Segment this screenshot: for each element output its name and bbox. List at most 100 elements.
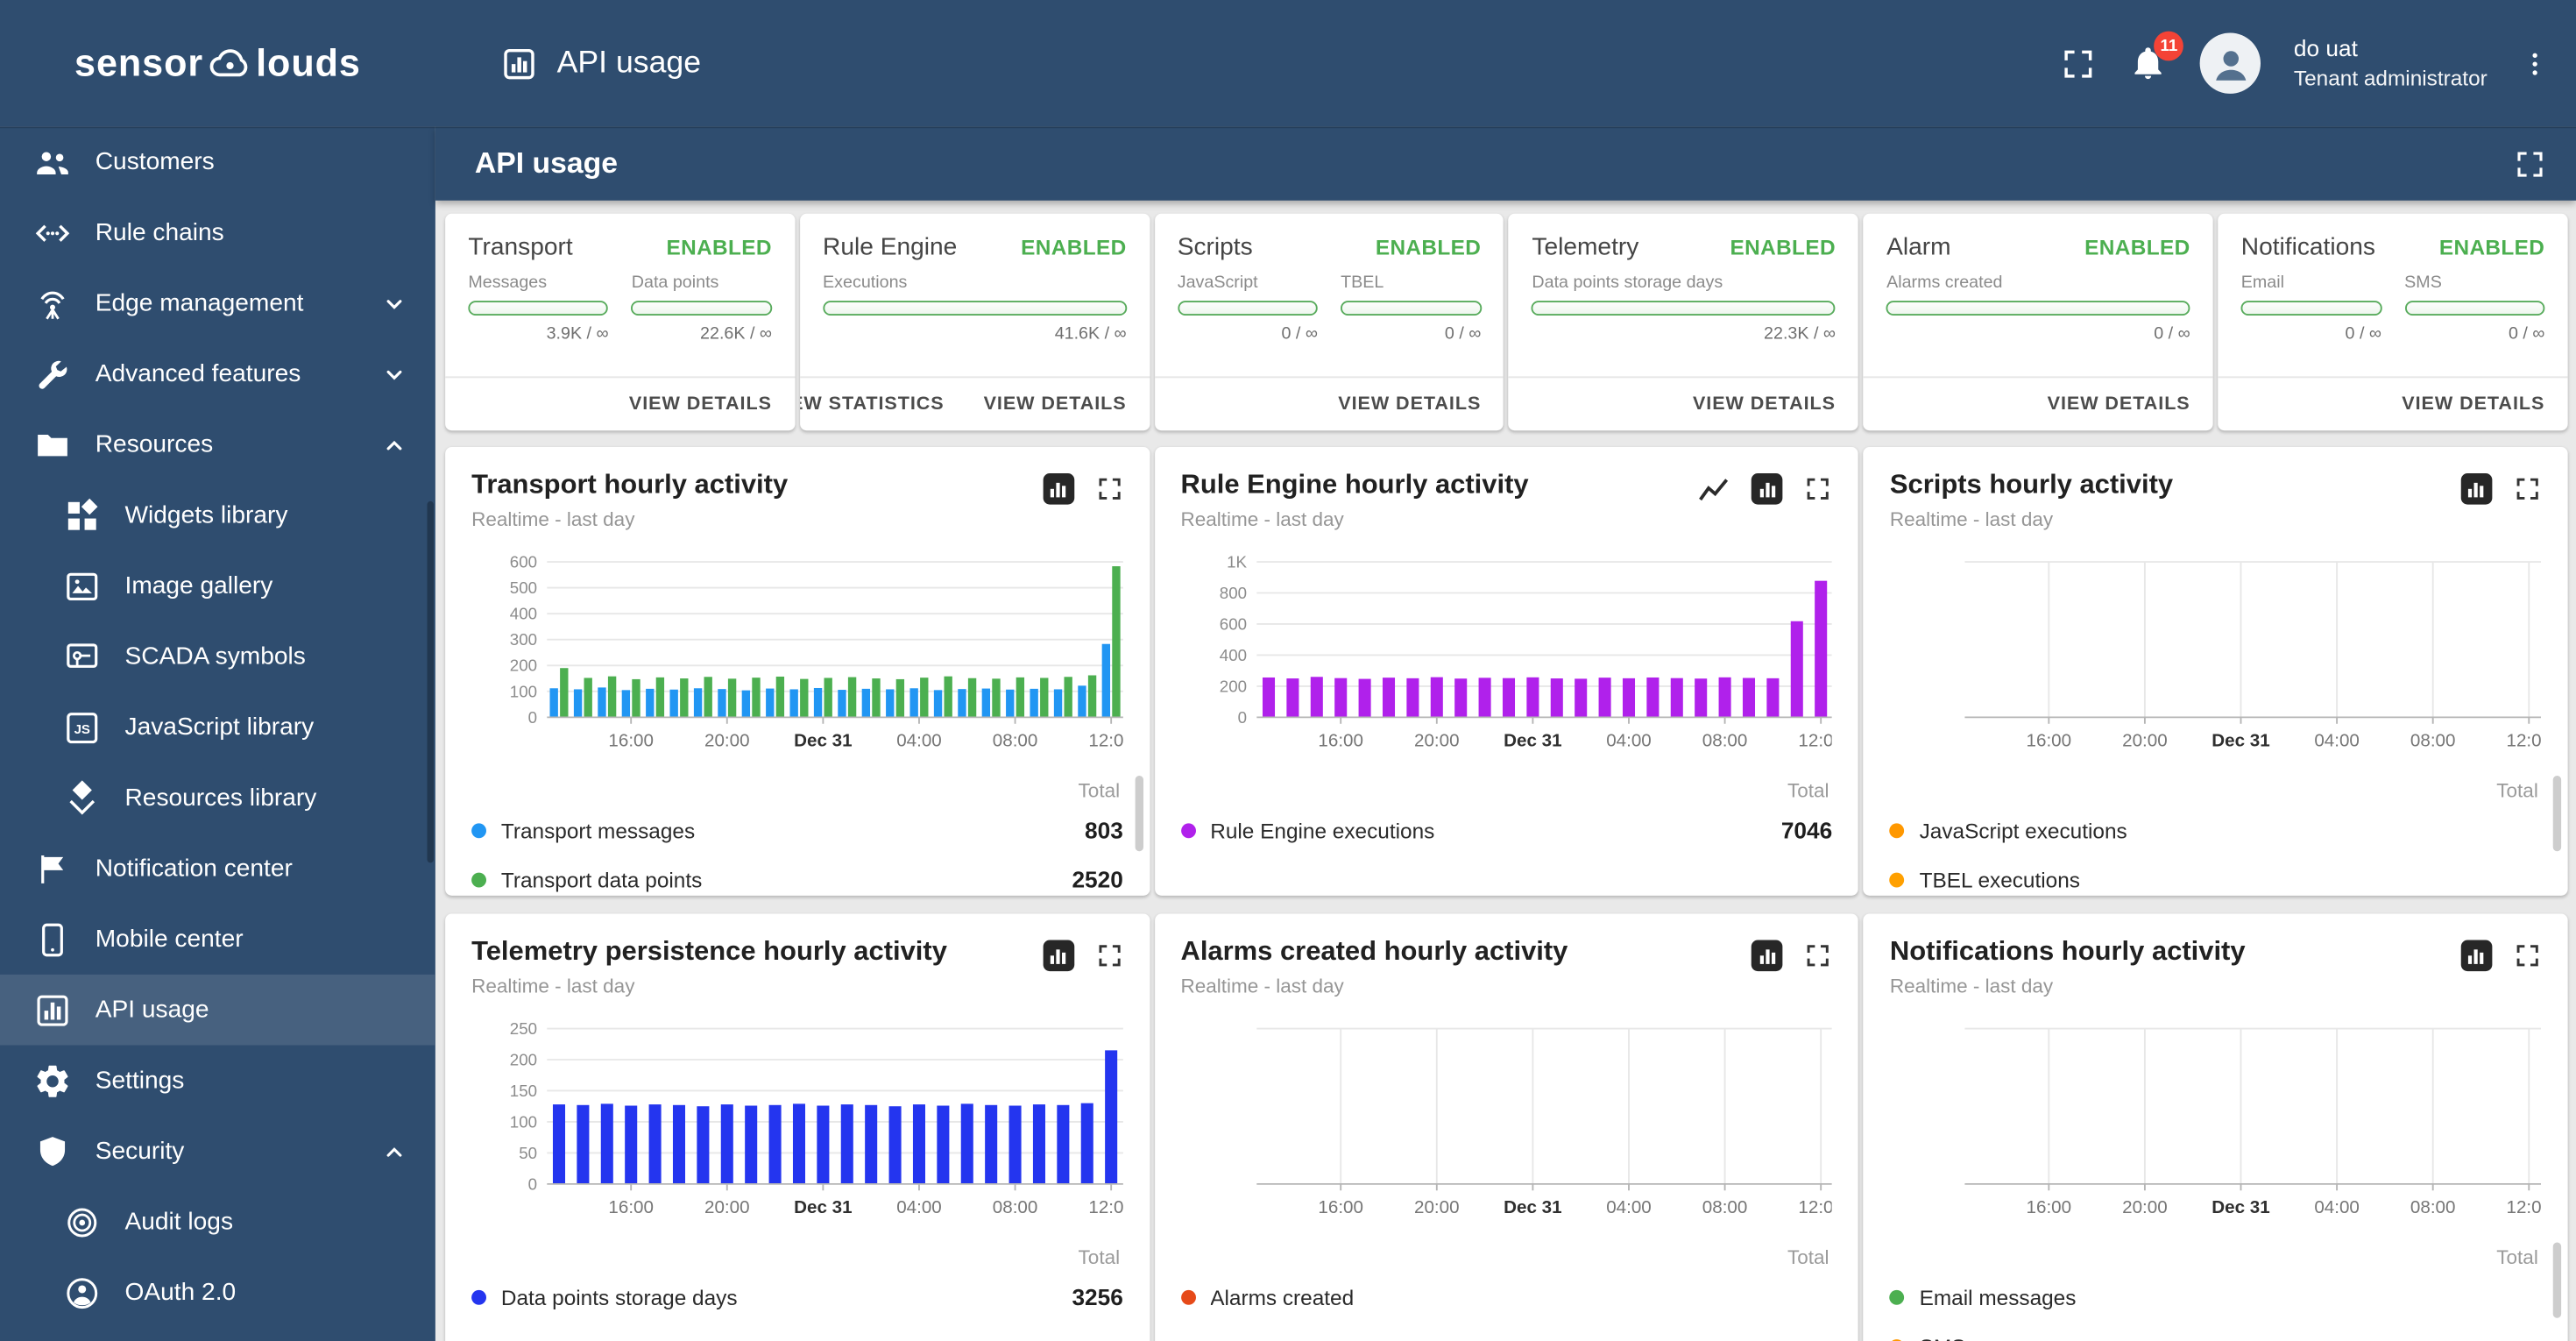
legend-row-javascript-executions: JavaScript executions [1889,805,2542,855]
fullscreen-icon[interactable] [2514,475,2542,503]
legend-row-data-points-storage-days: Data points storage days 3256 [471,1272,1123,1321]
chevron-down-icon[interactable] [376,356,412,392]
dashboard-fullscreen-icon[interactable] [2514,147,2547,181]
fullscreen-icon[interactable] [1804,475,1832,503]
status-card-gauges: Executions 41.6K / ∞ [800,268,1150,377]
chart-card-titles: Rule Engine hourly activity Realtime - la… [1180,470,1697,530]
chart-subtitle: Realtime - last day [1889,507,2054,531]
svg-text:20:00: 20:00 [704,1197,750,1217]
kebab-menu-icon[interactable] [2520,46,2550,82]
chart-canvas: 16:00 20:00 Dec 31 04:00 08:00 12:00 [1965,1027,2542,1217]
legend-scrollbar[interactable] [2552,776,2562,852]
gauge-value: 3.9K / ∞ [546,323,609,344]
sidebar-item-settings[interactable]: Settings [0,1046,435,1117]
line-chart-icon[interactable] [1697,474,1730,504]
sidebar-item-mobile-center[interactable]: Mobile center [0,904,435,975]
gauge-progress-bar [2404,301,2545,316]
view-statistics-button[interactable]: VIEW STATISTICS [800,394,945,415]
sidebar-item-oauth-2-0[interactable]: OAuth 2.0 [0,1257,435,1328]
view-details-button[interactable]: VIEW DETAILS [2048,394,2190,415]
legend-scrollbar[interactable] [2552,1242,2562,1318]
sidebar-item-rule-chains[interactable]: Rule chains [0,197,435,268]
status-card-actions: VIEW DETAILS [1154,376,1504,430]
bar-chart-icon[interactable] [1752,940,1783,972]
sidebar-item-resources-library[interactable]: Resources library [0,763,435,834]
fullscreen-icon[interactable] [1095,941,1123,969]
bar-chart-icon[interactable] [1042,940,1074,972]
main-area: API usage Transport ENABLED Messages 3.9K /… [435,126,2576,1341]
fullscreen-icon[interactable] [2514,941,2542,969]
status-card-transport: Transport ENABLED Messages 3.9K / ∞ Data poi… [445,213,796,431]
legend-total-header: Total [1787,1245,1829,1269]
status-card-actions: VIEW STATISTICS VIEW DETAILS [799,376,1150,430]
chevron-down-icon[interactable] [376,285,412,321]
api-usage-icon [33,990,73,1030]
status-badge: ENABLED [666,235,772,260]
status-card-title: Notifications [2240,233,2375,262]
bar-chart-icon[interactable] [2460,473,2493,505]
chevron-up-icon[interactable] [376,1133,412,1169]
svg-text:800: 800 [1219,584,1246,602]
status-badge: ENABLED [1375,235,1482,260]
notifications-bell[interactable]: 11 [2129,31,2184,82]
view-details-button[interactable]: VIEW DETAILS [629,394,772,415]
sidebar-item-resources[interactable]: Resources [0,409,435,480]
chart-canvas: 16:00 20:00 Dec 31 04:00 08:00 12:00 [1965,561,2542,751]
chart-card-header: Scripts hourly activity Realtime - last d… [1890,470,2542,545]
fullscreen-icon[interactable] [1804,941,1832,969]
sidebar-item-advanced-features[interactable]: Advanced features [0,338,435,409]
bar-chart-icon[interactable] [1752,473,1783,505]
chart-toolbar [1042,940,1123,972]
view-details-button[interactable]: VIEW DETAILS [984,394,1127,415]
sidebar-item-security[interactable]: Security [0,1116,435,1187]
usage-gauge-data-points-storage-days: Data points storage days 22.3K / ∞ [1532,273,1836,376]
shield-icon [33,1132,73,1171]
svg-text:Dec 31: Dec 31 [1504,1197,1561,1217]
gauge-progress-bar [1177,301,1318,316]
view-details-button[interactable]: VIEW DETAILS [1693,394,1836,415]
svg-text:500: 500 [510,578,537,597]
legend-scrollbar[interactable] [1134,776,1143,852]
svg-text:12:00: 12:00 [1088,1197,1122,1217]
svg-text:04:00: 04:00 [1606,731,1652,751]
svg-text:16:00: 16:00 [2027,731,2072,751]
sidebar-item-label: Audit logs [124,1208,234,1236]
svg-text:200: 200 [510,656,537,675]
logo[interactable]: sensor louds [0,41,435,86]
status-card-notifications: Notifications ENABLED Email 0 / ∞ SMS 0 / ∞ VI… [2218,213,2568,431]
gauge-value: 41.6K / ∞ [1054,323,1127,344]
sidebar-item-widgets-library[interactable]: Widgets library [0,480,435,551]
fullscreen-icon[interactable] [2061,46,2097,82]
sidebar-item-edge-management[interactable]: Edge management [0,268,435,339]
legend-total-header: Total [2496,778,2538,802]
legend-dot [471,822,486,838]
sidebar-item-customers[interactable]: Customers [0,126,435,197]
sidebar-item-scada-symbols[interactable]: SCADA symbols [0,621,435,692]
chart-title: Rule Engine hourly activity [1180,470,1529,500]
status-card-title: Rule Engine [823,233,958,262]
chevron-up-icon[interactable] [376,427,412,463]
view-details-button[interactable]: VIEW DETAILS [1338,394,1481,415]
gauge-progress-bar [631,301,772,316]
fullscreen-icon[interactable] [1095,475,1123,503]
svg-text:0: 0 [528,708,537,727]
gear-icon [33,1061,73,1100]
sidebar-item-notification-center[interactable]: Notification center [0,834,435,905]
bar-chart-icon[interactable] [2460,940,2493,972]
sidebar-item-label: JavaScript library [124,713,315,741]
view-details-button[interactable]: VIEW DETAILS [2402,394,2544,415]
avatar[interactable] [2200,32,2261,94]
sidebar-item-api-usage[interactable]: API usage [0,974,435,1046]
topbar-page-title: API usage [501,46,701,82]
sidebar-item-audit-logs[interactable]: Audit logs [0,1187,435,1258]
sidebar-item-image-gallery[interactable]: Image gallery [0,550,435,621]
people-icon [33,142,73,181]
status-card-title: Scripts [1177,233,1253,262]
chart-card-header: Alarms created hourly activity Realtime -… [1180,937,1832,1012]
sidebar-scrollbar[interactable] [427,500,434,863]
bar-chart-icon[interactable] [1042,473,1074,505]
sidebar-item-javascript-library[interactable]: JS JavaScript library [0,692,435,763]
legend-row-transport-messages: Transport messages 803 [471,805,1123,855]
status-card-gauges: JavaScript 0 / ∞ TBEL 0 / ∞ [1154,268,1504,377]
svg-text:12:00: 12:00 [1798,731,1832,751]
